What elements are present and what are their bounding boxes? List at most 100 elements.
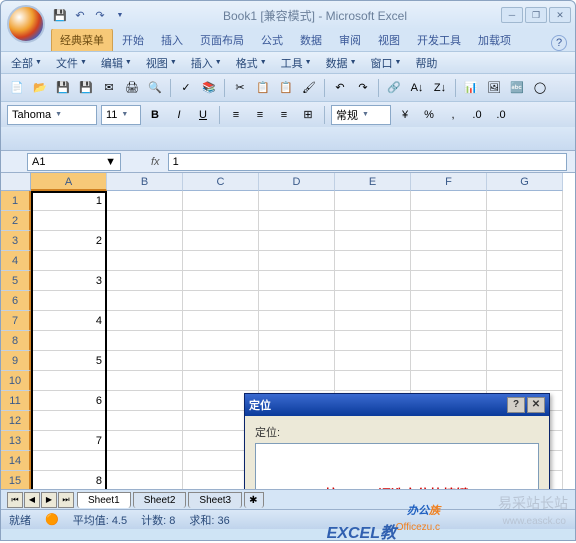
- cell[interactable]: [107, 411, 183, 431]
- col-header-A[interactable]: A: [31, 173, 107, 191]
- save-icon[interactable]: 💾: [53, 78, 73, 98]
- cell[interactable]: [487, 251, 563, 271]
- cell[interactable]: [411, 231, 487, 251]
- dialog-titlebar[interactable]: 定位 ? ✕: [245, 394, 549, 416]
- row-header-14[interactable]: 14: [1, 451, 31, 471]
- row-header-3[interactable]: 3: [1, 231, 31, 251]
- menu-file[interactable]: 文件▼: [50, 53, 93, 73]
- shapes-icon[interactable]: ◯: [530, 78, 550, 98]
- cell[interactable]: [107, 271, 183, 291]
- cell[interactable]: [411, 211, 487, 231]
- cell[interactable]: [259, 371, 335, 391]
- row-header-11[interactable]: 11: [1, 391, 31, 411]
- cell[interactable]: 2: [31, 231, 107, 251]
- cell[interactable]: [335, 251, 411, 271]
- cell[interactable]: [107, 471, 183, 489]
- spreadsheet-grid[interactable]: ABCDEFG 123456789101112131415 12345678 定…: [1, 173, 575, 489]
- cell[interactable]: [183, 231, 259, 251]
- cell[interactable]: 3: [31, 271, 107, 291]
- sort-desc-icon[interactable]: Z↓: [430, 78, 450, 98]
- cell[interactable]: [183, 211, 259, 231]
- fx-icon[interactable]: fx: [151, 156, 160, 168]
- cell[interactable]: [259, 311, 335, 331]
- cell[interactable]: [107, 191, 183, 211]
- cell[interactable]: 8: [31, 471, 107, 489]
- spell-icon[interactable]: ✓: [176, 78, 196, 98]
- cell[interactable]: [183, 271, 259, 291]
- cell[interactable]: [487, 231, 563, 251]
- italic-icon[interactable]: I: [169, 105, 189, 125]
- cell[interactable]: [259, 211, 335, 231]
- cell[interactable]: [107, 391, 183, 411]
- cell[interactable]: [259, 251, 335, 271]
- align-right-icon[interactable]: ≡: [274, 105, 294, 125]
- sheet-tab-1[interactable]: Sheet1: [77, 492, 131, 508]
- dialog-close-button[interactable]: ✕: [527, 397, 545, 413]
- cell[interactable]: [259, 291, 335, 311]
- last-sheet-button[interactable]: ⏭: [58, 492, 74, 508]
- cell[interactable]: [183, 251, 259, 271]
- cell[interactable]: [107, 431, 183, 451]
- cell[interactable]: [183, 311, 259, 331]
- mail-icon[interactable]: ✉: [99, 78, 119, 98]
- qat-more-icon[interactable]: ▼: [111, 6, 129, 24]
- chart-icon[interactable]: 📊: [461, 78, 481, 98]
- dialog-help-button[interactable]: ?: [507, 397, 525, 413]
- font-name-combo[interactable]: Tahoma▼: [7, 105, 97, 125]
- col-header-B[interactable]: B: [107, 173, 183, 191]
- number-format-combo[interactable]: 常规▼: [331, 105, 391, 125]
- sheet-tab-2[interactable]: Sheet2: [133, 492, 187, 508]
- saveas-icon[interactable]: 💾: [76, 78, 96, 98]
- cell[interactable]: [183, 371, 259, 391]
- menu-tools[interactable]: 工具▼: [275, 53, 318, 73]
- open-icon[interactable]: 📂: [30, 78, 50, 98]
- undo-icon[interactable]: ↶: [71, 6, 89, 24]
- align-center-icon[interactable]: ≡: [250, 105, 270, 125]
- menu-insert[interactable]: 插入▼: [185, 53, 228, 73]
- textbox-icon[interactable]: 🔤: [507, 78, 527, 98]
- cell[interactable]: [487, 211, 563, 231]
- cell[interactable]: [183, 191, 259, 211]
- tab-formulas[interactable]: 公式: [253, 29, 291, 51]
- row-header-4[interactable]: 4: [1, 251, 31, 271]
- col-header-G[interactable]: G: [487, 173, 563, 191]
- cell[interactable]: [487, 271, 563, 291]
- col-header-D[interactable]: D: [259, 173, 335, 191]
- cell[interactable]: [335, 211, 411, 231]
- cell[interactable]: [335, 371, 411, 391]
- cell[interactable]: 6: [31, 391, 107, 411]
- cell[interactable]: [335, 351, 411, 371]
- cell[interactable]: 1: [31, 191, 107, 211]
- restore-button[interactable]: ❐: [525, 7, 547, 23]
- cell[interactable]: [335, 191, 411, 211]
- tab-addins[interactable]: 加载项: [470, 29, 519, 51]
- comma-icon[interactable]: ,: [443, 105, 463, 125]
- menu-format[interactable]: 格式▼: [230, 53, 273, 73]
- col-header-F[interactable]: F: [411, 173, 487, 191]
- hyperlink-icon[interactable]: 🔗: [384, 78, 404, 98]
- cell[interactable]: [107, 371, 183, 391]
- minimize-button[interactable]: ─: [501, 7, 523, 23]
- cell[interactable]: [411, 351, 487, 371]
- cell[interactable]: [183, 331, 259, 351]
- cell[interactable]: [31, 331, 107, 351]
- merge-icon[interactable]: ⊞: [298, 105, 318, 125]
- cell[interactable]: [411, 251, 487, 271]
- cell[interactable]: [107, 351, 183, 371]
- menu-help[interactable]: 帮助: [409, 53, 443, 73]
- tab-developer[interactable]: 开发工具: [409, 29, 469, 51]
- cell[interactable]: [31, 211, 107, 231]
- percent-icon[interactable]: %: [419, 105, 439, 125]
- cell[interactable]: [183, 351, 259, 371]
- row-header-13[interactable]: 13: [1, 431, 31, 451]
- new-icon[interactable]: 📄: [7, 78, 27, 98]
- cell[interactable]: [31, 291, 107, 311]
- cell[interactable]: [259, 191, 335, 211]
- row-header-15[interactable]: 15: [1, 471, 31, 489]
- cell[interactable]: [335, 291, 411, 311]
- preview-icon[interactable]: 🔍: [145, 78, 165, 98]
- menu-edit[interactable]: 编辑▼: [95, 53, 138, 73]
- row-header-6[interactable]: 6: [1, 291, 31, 311]
- align-left-icon[interactable]: ≡: [226, 105, 246, 125]
- cell[interactable]: 7: [31, 431, 107, 451]
